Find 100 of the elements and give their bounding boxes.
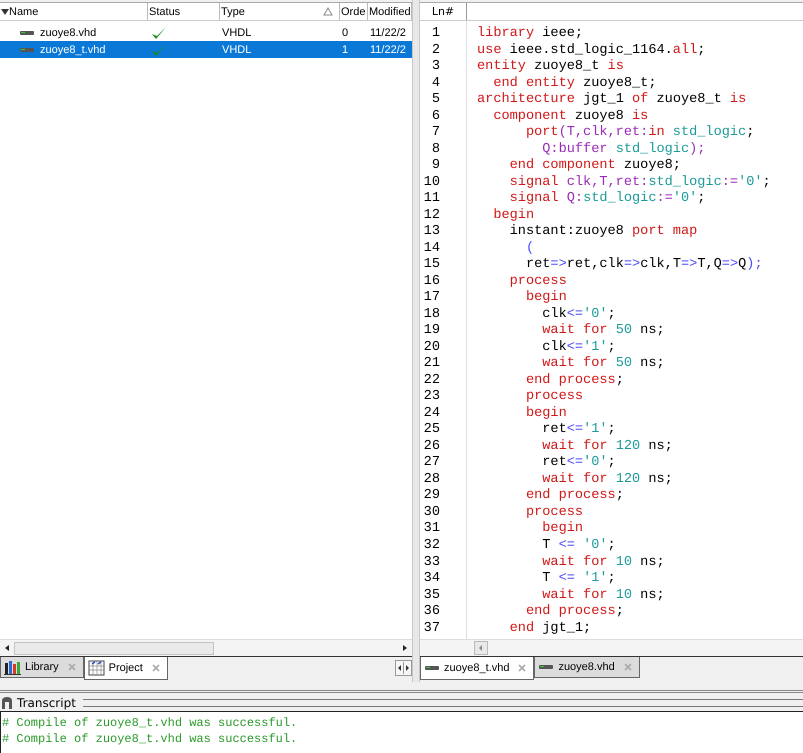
code-line: process (524, 504, 584, 521)
line-number: 11 (422, 191, 441, 208)
table-cell-text: 11/22/2 (369, 44, 407, 56)
editor-tab[interactable]: zuoye8.vhd (534, 657, 640, 678)
column-header: Ln# (420, 3, 467, 20)
code-line: ( (524, 240, 536, 258)
line-number: 6 (430, 108, 441, 126)
line-number: 9 (430, 158, 441, 175)
code-line: signal Q:std_logic:='0'; (508, 191, 706, 208)
line-number: 22 (422, 372, 441, 390)
code-line: component zuoye8 is (492, 108, 650, 125)
code-line: entity zuoye8_t is (477, 59, 625, 76)
code-line: T <= '0'; (541, 538, 617, 554)
line-number: 15 (422, 257, 441, 274)
code-line: use ieee.std_logic_1164.all; (477, 42, 706, 59)
grid-icon (88, 660, 105, 676)
code-line: end entity zuoye8_t; (492, 76, 658, 92)
line-number: 23 (422, 389, 441, 406)
code-line: wait for 120 ns; (541, 472, 674, 488)
line-number: 32 (422, 538, 441, 554)
line-number: 1 (430, 26, 441, 43)
table-cell-text: VHDL (221, 26, 252, 38)
code-line: process (524, 389, 584, 406)
line-number: 25 (422, 422, 441, 439)
file-icon (424, 663, 440, 673)
file-row[interactable]: zuoye8.vhd VHDL 0 11/22/2 (0, 24, 412, 41)
panel-tab[interactable]: Library (0, 657, 84, 678)
scrollbar-thumb[interactable] (14, 642, 214, 654)
line-number: 12 (422, 208, 441, 224)
line-number: 30 (422, 504, 441, 522)
line-number: 4 (430, 76, 441, 92)
code-line: wait for 120 ns; (541, 438, 674, 455)
code-line: end component zuoye8; (508, 158, 682, 175)
code-line: library ieee; (477, 26, 584, 43)
line-number: 26 (422, 438, 441, 456)
line-number: 35 (422, 588, 441, 604)
column-header[interactable]: Type (220, 3, 340, 20)
line-number: 28 (422, 472, 441, 488)
code-line: clk<='1'; (541, 340, 617, 356)
line-number: 7 (430, 125, 441, 142)
line-number: 34 (422, 571, 441, 588)
dropdown-icon[interactable] (1, 8, 9, 16)
close-icon[interactable] (150, 663, 161, 673)
close-icon[interactable] (622, 662, 633, 672)
line-number: 18 (422, 306, 441, 324)
code-line: end process; (524, 488, 625, 505)
grip-lines[interactable] (82, 699, 803, 707)
code-line: end process; (524, 604, 625, 621)
column-header[interactable]: Orde (340, 3, 368, 20)
code-line: port(T,clk,ret:in std_logic; (524, 125, 756, 142)
code-line: architecture jgt_1 of zuoye8_t is (477, 92, 748, 109)
code-line: clk<='0'; (541, 306, 617, 323)
code-line: ret<='0'; (541, 455, 617, 472)
code-line: wait for 10 ns; (541, 554, 666, 571)
code-line: process (508, 274, 568, 290)
line-number: 21 (422, 356, 441, 373)
table-cell-text: 1 (341, 44, 350, 56)
panel-tab[interactable]: Project (84, 657, 168, 680)
close-icon[interactable] (517, 663, 528, 673)
code-line: Q:buffer std_logic); (541, 142, 706, 158)
code-line: end jgt_1; (508, 620, 592, 638)
code-line: begin (524, 290, 568, 307)
panel-title: Transcript (17, 696, 76, 710)
code-line: ret<='1'; (541, 422, 617, 439)
code-line: wait for 50 ns; (541, 323, 666, 340)
transcript-line: # Compile of zuoye8_t.vhd was successful. (2, 731, 298, 747)
editor-tab[interactable]: zuoye8_t.vhd (420, 657, 534, 680)
code-line: begin (524, 406, 568, 422)
code-line: wait for 10 ns; (541, 588, 666, 604)
close-icon[interactable] (66, 662, 77, 672)
code-line: end process; (524, 372, 625, 390)
line-number: 20 (422, 340, 441, 356)
tab-scroll-icon[interactable] (395, 660, 412, 676)
line-number: 24 (422, 406, 441, 422)
code-line: instant:zuoye8 port map (508, 224, 698, 241)
column-header[interactable]: Name (0, 3, 148, 20)
line-number: 13 (422, 224, 441, 241)
code-line: wait for 50 ns; (541, 356, 666, 373)
sort-icon[interactable] (323, 7, 333, 16)
line-number: 14 (422, 240, 441, 258)
table-cell-text: 11/22/2 (369, 26, 407, 38)
line-number: 33 (422, 554, 441, 572)
code-line: T <= '1'; (541, 571, 617, 588)
line-number: 29 (422, 488, 441, 505)
line-number: 5 (430, 92, 441, 109)
line-number: 17 (422, 290, 441, 307)
code-line: signal clk,T,ret:std_logic:='0'; (508, 174, 771, 191)
column-header[interactable]: Status (148, 3, 220, 20)
line-number: 16 (422, 274, 441, 290)
file-name: zuoye8.vhd (40, 26, 96, 38)
table-cell-text: 0 (341, 26, 350, 38)
file-row[interactable]: zuoye8_t.vhd VHDL 1 11/22/2 (0, 41, 412, 58)
code-line: begin (492, 208, 536, 224)
line-number: 2 (430, 42, 441, 60)
code-line: begin (541, 521, 584, 538)
line-number: 36 (422, 604, 441, 621)
file-icon (538, 662, 554, 672)
file-name: zuoye8_t.vhd (40, 44, 106, 56)
line-number: 3 (430, 59, 441, 76)
line-number: 27 (422, 455, 441, 472)
